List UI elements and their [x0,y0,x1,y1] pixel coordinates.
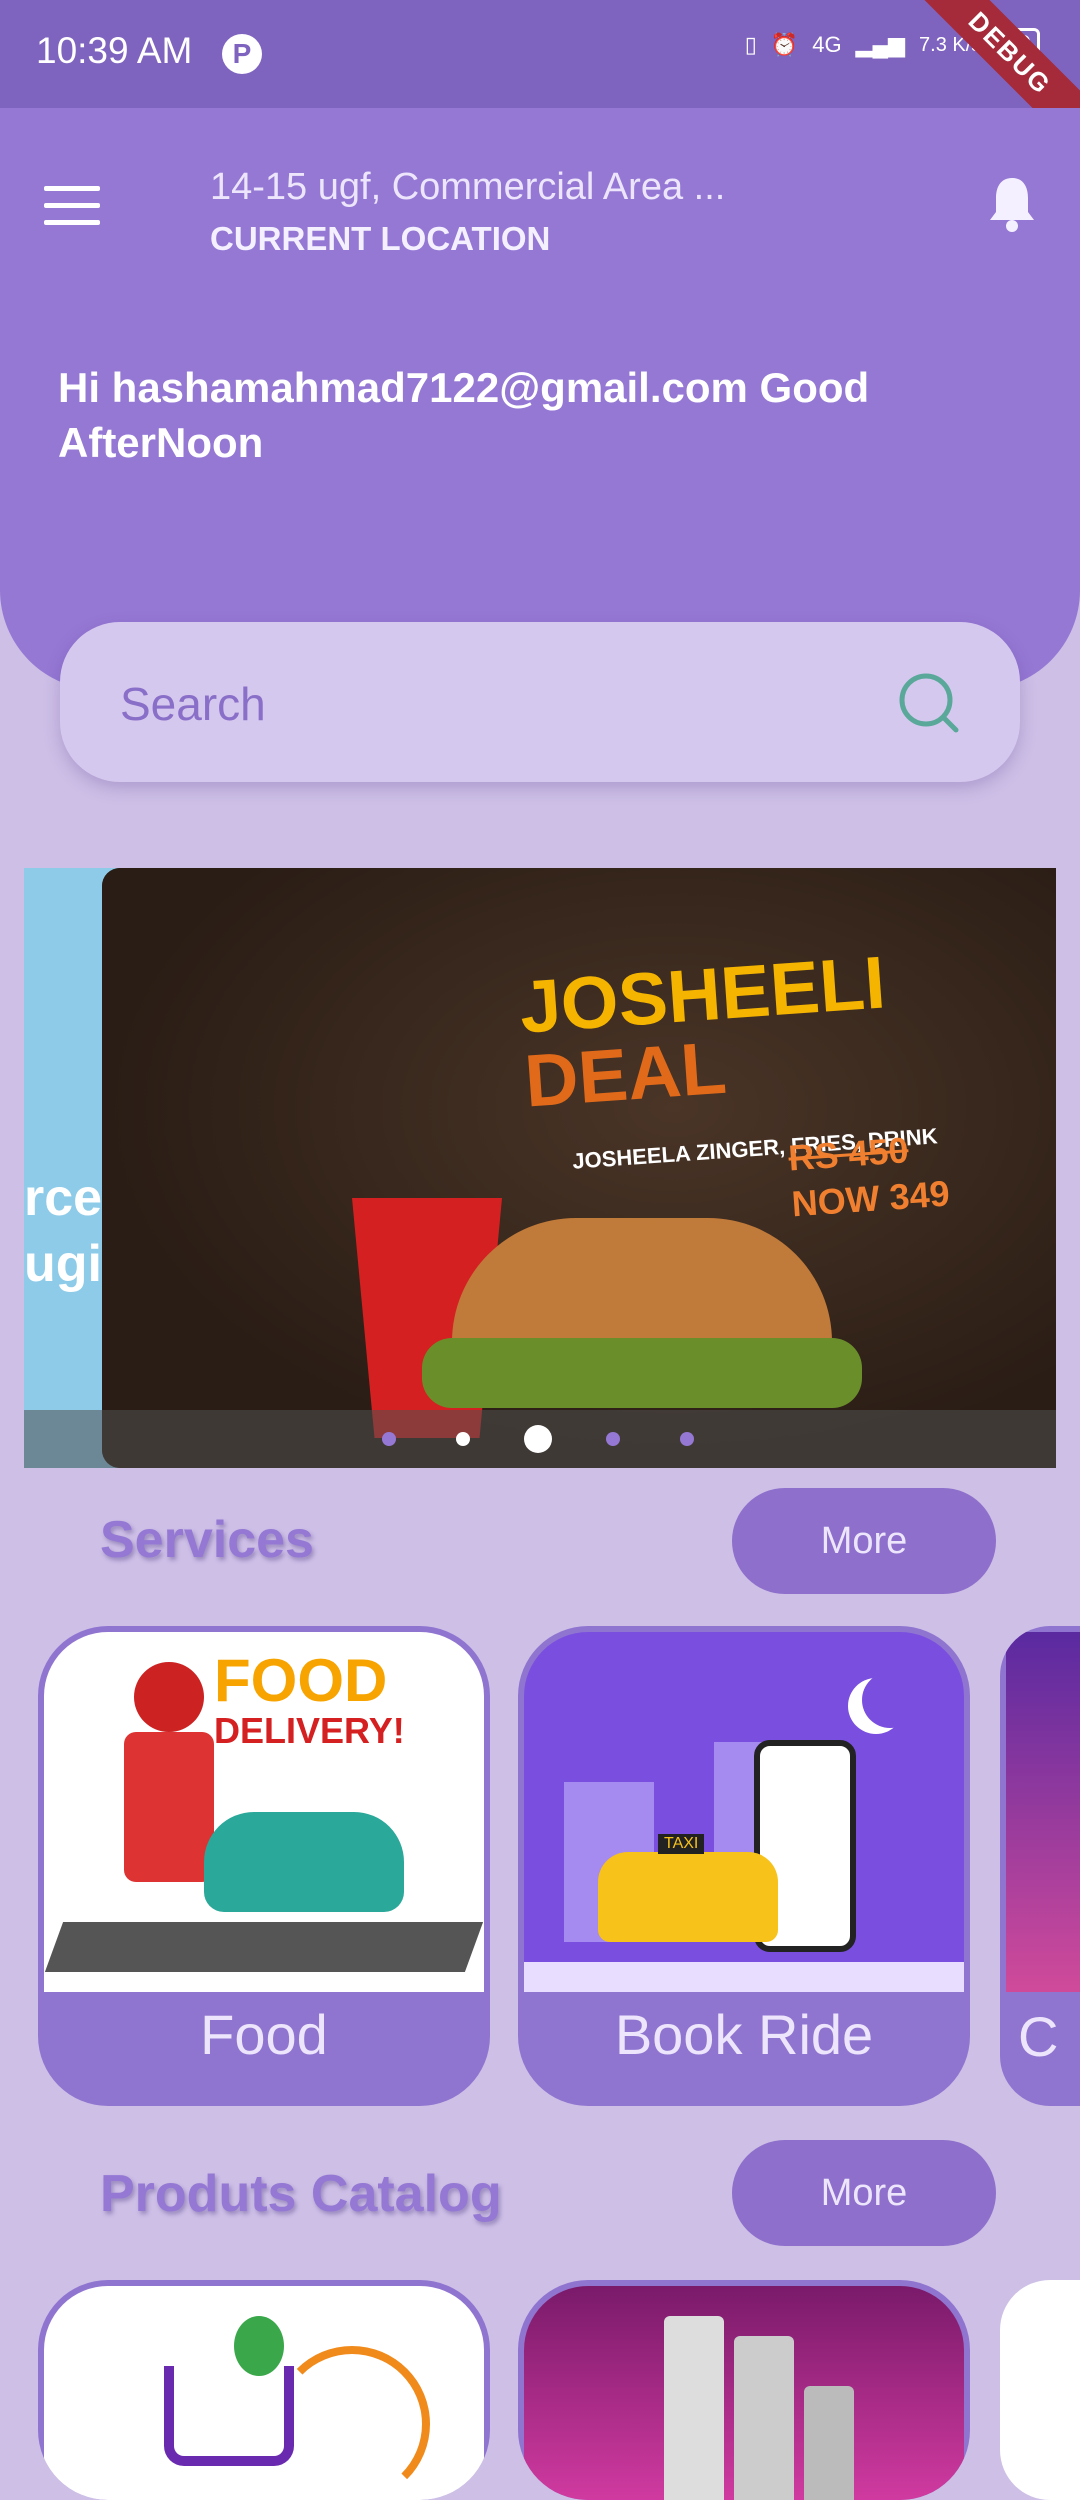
prev-slide-text: rce [24,1169,103,1227]
road [524,1962,964,1992]
moon-icon [862,1672,918,1728]
service-label: Book Ride [614,2003,874,2066]
swoosh-image [274,2346,430,2500]
app-notification-icon: P [222,34,262,74]
alarm-icon: ⏰ [770,32,799,57]
delivery-man-body [124,1732,214,1882]
carousel-dot[interactable] [606,1432,620,1446]
grocery-image [44,2286,484,2500]
carousel-dot[interactable] [456,1432,470,1446]
location-label: CURRENT LOCATION [210,220,551,257]
search-icon[interactable] [896,670,962,736]
signal-icon: ▂▄▆ [855,32,906,57]
search-bar[interactable]: Search [60,622,1020,782]
services-title: Services [100,1511,314,1569]
banner-price: RS 450 NOW 349 [787,1125,951,1228]
taxi-car-image: TAXI [598,1834,778,1942]
product-card-partial[interactable] [1000,2280,1080,2500]
appliances-image [524,2286,964,2500]
status-bar: 10:39 AM P ▯ ⏰ 4G ▂▄▆ 7.3 K/s 60 [0,0,1080,108]
product-card-grocery[interactable] [38,2280,490,2500]
carousel-dot-active[interactable] [524,1425,552,1453]
partial-card-image [1006,1632,1080,1992]
service-label: Food [200,2003,328,2066]
service-card-partial[interactable]: C [1000,1626,1080,2106]
carousel-dot[interactable] [382,1432,396,1446]
promo-carousel[interactable]: rce ugir JOSHEELI DEAL JOSHEELA ZINGER, … [24,868,1056,1468]
network-label: 4G [812,32,842,57]
greeting-text: Hi hashamahmad7122@gmail.com Good AfterN… [58,364,870,466]
book-ride-image: TAXI [524,1632,964,1992]
fridge-image [664,2316,724,2500]
service-label: C [1018,2005,1059,2068]
search-placeholder: Search [120,678,266,730]
vegetable-image [234,2316,284,2376]
location-address[interactable]: 14-15 ugf, Commercial Area ... [210,166,725,209]
carousel-indicator [24,1410,1056,1468]
vibrate-icon: ▯ [744,32,757,57]
banner-title: JOSHEELI DEAL [516,940,888,1123]
menu-icon[interactable] [44,186,100,226]
burger-lettuce-image [422,1338,862,1408]
services-more-button[interactable]: More [732,1488,996,1594]
washer-image [804,2386,854,2500]
fridge-image [734,2336,794,2500]
carousel-banner-josheeli-deal[interactable]: JOSHEELI DEAL JOSHEELA ZINGER, FRIES, DR… [102,868,1056,1468]
phone-map-base [44,1922,484,1972]
delivery-man-head [134,1662,204,1732]
food-delivery-image: FOOD DELIVERY! [44,1632,484,1992]
service-card-food[interactable]: FOOD DELIVERY! Food [38,1626,490,2106]
products-title: Produts Catalog [100,2165,502,2223]
status-time: 10:39 AM [36,30,193,71]
notification-bell-icon[interactable] [984,174,1040,234]
service-card-book-ride[interactable]: TAXI Book Ride [518,1626,970,2106]
products-more-button[interactable]: More [732,2140,996,2246]
carousel-dot[interactable] [680,1432,694,1446]
product-card-appliances[interactable] [518,2280,970,2500]
scooter-image [204,1812,404,1912]
app-header: 14-15 ugf, Commercial Area ... CURRENT L… [0,108,1080,690]
